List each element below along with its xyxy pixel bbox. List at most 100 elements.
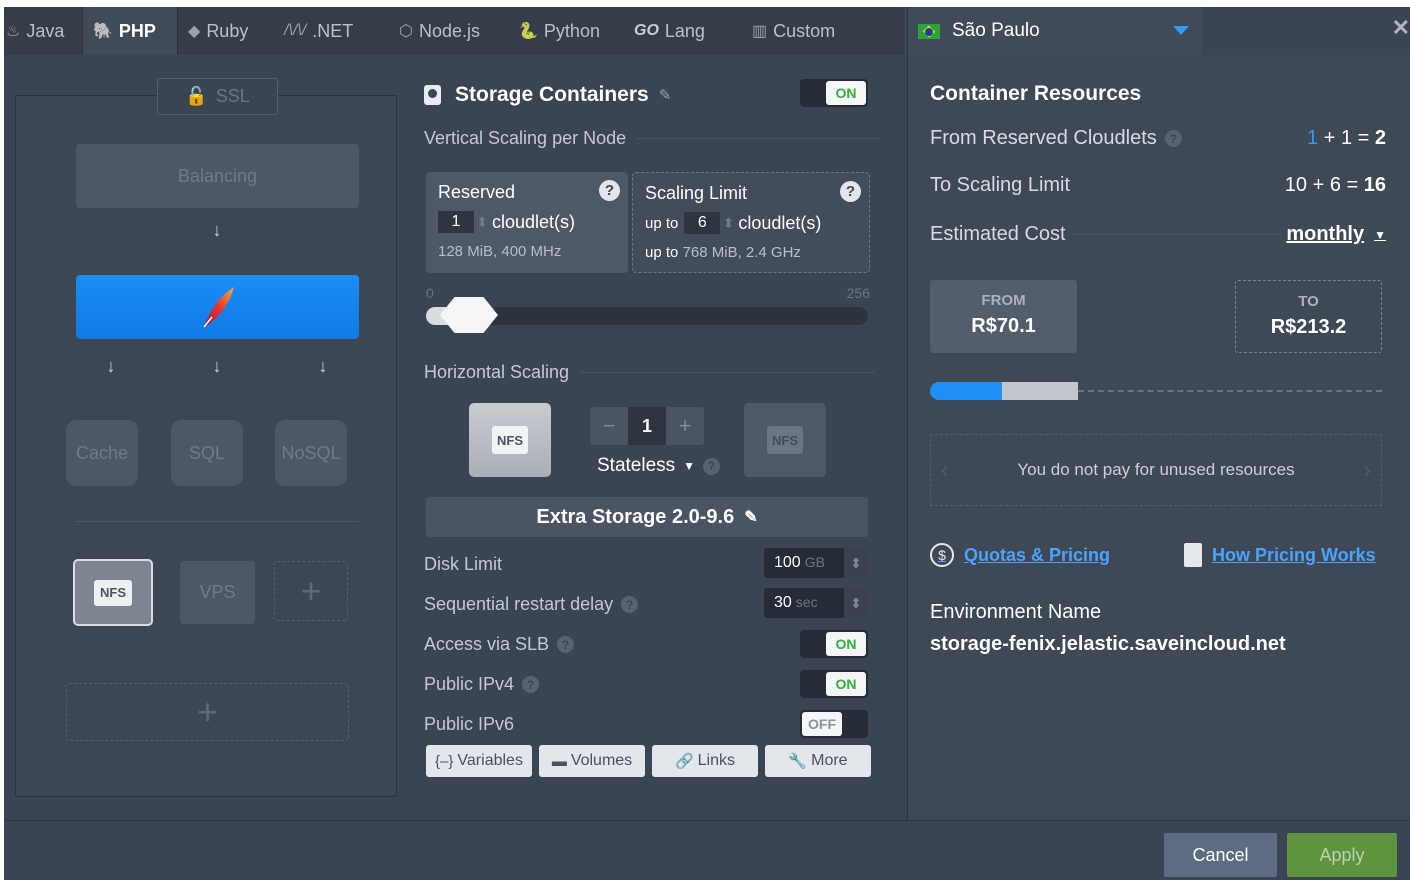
stepper-icon[interactable]: ⬍: [844, 588, 868, 618]
vertical-scaling-label: Vertical Scaling per Node: [424, 128, 881, 149]
app-window: ♨ Java 🐘 PHP ◆ Ruby /\/\/.NET ⬡ Node.js 🐍 Pyt…: [4, 7, 1410, 880]
environment-name-value[interactable]: storage-fenix.jelastic.saveincloud.net: [930, 633, 1286, 656]
reserved-card: Reserved ? 1cloudlet(s) 128 MiB, 400 MHz: [426, 172, 628, 273]
estimated-cost-row: Estimated Cost monthly ▼: [930, 223, 1386, 246]
dialog-footer: Cancel Apply: [4, 820, 1410, 880]
stepper-icon[interactable]: ⬍: [844, 548, 868, 578]
period-select[interactable]: monthly ▼: [1286, 223, 1386, 246]
nosql-node[interactable]: NoSQL: [275, 420, 347, 486]
apache-php-node[interactable]: [76, 275, 359, 339]
storage-icon: [424, 85, 441, 105]
tab-python[interactable]: 🐍 Python: [518, 7, 618, 55]
scaling-mode-select[interactable]: Stateless ▼?: [597, 455, 721, 477]
php-icon: 🐘: [93, 23, 113, 40]
tab-java[interactable]: ♨ Java: [4, 7, 78, 55]
lock-icon: 🔓: [185, 86, 208, 106]
environment-name-label: Environment Name: [930, 601, 1102, 623]
close-icon[interactable]: ✕: [1392, 15, 1410, 41]
chevron-right-icon[interactable]: ›: [1364, 457, 1371, 483]
tab-custom[interactable]: ▥ Custom: [752, 7, 862, 55]
slider-min-label: 0: [426, 285, 434, 301]
node-count-stepper[interactable]: − 1 +: [590, 407, 704, 445]
links-button[interactable]: 🔗 Links: [652, 745, 758, 777]
resources-title: Container Resources: [930, 82, 1142, 105]
cancel-button[interactable]: Cancel: [1164, 833, 1277, 877]
resources-panel: Container Resources From Reserved Cloudl…: [907, 55, 1410, 820]
link-icon: 🔗: [674, 753, 694, 770]
public-ipv4-toggle[interactable]: ON: [800, 670, 868, 698]
access-slb-toggle[interactable]: ON: [800, 630, 868, 658]
nfs-master-node[interactable]: NFS: [469, 403, 551, 477]
tab-ruby[interactable]: ◆ Ruby: [188, 7, 274, 55]
help-icon[interactable]: ?: [599, 180, 620, 201]
ssl-button[interactable]: 🔓 SSL: [157, 78, 278, 115]
chevron-down-icon: ▼: [1374, 227, 1386, 242]
topology-panel: 🔓 SSL Balancing ↓ ↓ ↓ ↓ Cache SQL NoSQL N…: [15, 78, 397, 797]
public-ipv4-label: Public IPv4?: [424, 674, 540, 695]
quotas-pricing-link[interactable]: $ Quotas & Pricing: [930, 543, 1110, 567]
node-actions: {–} Variables ▬ Volumes 🔗 Links 🔧 More: [426, 745, 871, 777]
increment-button[interactable]: +: [666, 413, 704, 439]
help-icon[interactable]: ?: [703, 457, 721, 475]
arrow-down-icon: ↓: [106, 356, 116, 376]
nodejs-icon: ⬡: [399, 23, 413, 40]
java-icon: ♨: [6, 23, 21, 40]
brazil-flag-icon: [918, 23, 940, 39]
balancing-node[interactable]: Balancing: [76, 144, 359, 208]
disk-limit-input[interactable]: 100 GB ⬍: [764, 548, 868, 578]
ruby-icon: ◆: [188, 23, 201, 40]
nfs-icon: NFS: [94, 579, 132, 606]
dotnet-icon: /\/\/: [284, 22, 307, 39]
vps-node[interactable]: VPS: [180, 561, 255, 624]
document-icon: [1184, 543, 1202, 567]
variables-button[interactable]: {–} Variables: [426, 745, 532, 777]
tab-dotnet[interactable]: /\/\/.NET: [284, 7, 384, 55]
sql-node[interactable]: SQL: [171, 420, 243, 486]
folder-icon: ▬: [551, 752, 567, 770]
help-icon[interactable]: ?: [621, 596, 639, 613]
python-icon: 🐍: [518, 23, 538, 40]
nfs-added-node: NFS: [744, 403, 826, 477]
restart-delay-input[interactable]: 30 sec ⬍: [764, 588, 868, 618]
decrement-button[interactable]: −: [590, 413, 628, 439]
help-icon[interactable]: ?: [840, 181, 861, 202]
node-count-value[interactable]: 1: [628, 407, 666, 445]
chevron-left-icon[interactable]: ‹: [941, 457, 948, 483]
extra-storage-tag[interactable]: Extra Storage 2.0-9.6 ✎: [426, 497, 868, 537]
limit-cloudlets-input[interactable]: 6: [684, 212, 734, 234]
tab-php[interactable]: 🐘 PHP: [82, 7, 178, 55]
cost-to-box: TO R$213.2: [1235, 280, 1382, 353]
apply-button[interactable]: Apply: [1287, 833, 1397, 877]
help-icon[interactable]: ?: [557, 636, 575, 653]
section-title: Storage Containers ✎: [424, 83, 671, 107]
arrow-down-icon: ↓: [318, 356, 328, 376]
add-node-button[interactable]: +: [274, 561, 348, 621]
slider-handle[interactable]: [440, 297, 498, 333]
nfs-node-selected[interactable]: NFS: [73, 559, 153, 626]
apache-feather-icon: [202, 287, 234, 328]
more-button[interactable]: 🔧 More: [765, 745, 871, 777]
tab-go[interactable]: GO Lang: [634, 7, 734, 55]
region-name: São Paulo: [952, 20, 1040, 41]
disk-limit-label: Disk Limit: [424, 554, 503, 574]
cache-node[interactable]: Cache: [66, 420, 138, 486]
to-limit-row: To Scaling Limit 10 + 6 = 16: [930, 174, 1386, 196]
cloudlet-slider[interactable]: [426, 297, 868, 333]
storage-toggle[interactable]: ON: [800, 79, 868, 107]
wrench-icon: 🔧: [788, 753, 808, 770]
tab-nodejs[interactable]: ⬡ Node.js: [399, 7, 505, 55]
public-ipv6-toggle[interactable]: OFF: [800, 710, 868, 738]
cost-bar: [930, 382, 1382, 400]
pencil-icon[interactable]: ✎: [744, 507, 757, 527]
pencil-icon[interactable]: ✎: [659, 86, 672, 104]
region-select[interactable]: São Paulo: [907, 7, 1203, 55]
reserved-cloudlets-input[interactable]: 1: [438, 211, 488, 233]
help-icon[interactable]: ?: [522, 676, 540, 693]
slider-max-label: 256: [846, 285, 870, 301]
how-pricing-works-link[interactable]: How Pricing Works: [1184, 543, 1376, 567]
volumes-button[interactable]: ▬ Volumes: [539, 745, 645, 777]
add-layer-button[interactable]: +: [66, 683, 349, 741]
horizontal-scaling-label: Horizontal Scaling: [424, 362, 876, 383]
dollar-icon: $: [930, 543, 954, 567]
help-icon[interactable]: ?: [1164, 130, 1182, 147]
